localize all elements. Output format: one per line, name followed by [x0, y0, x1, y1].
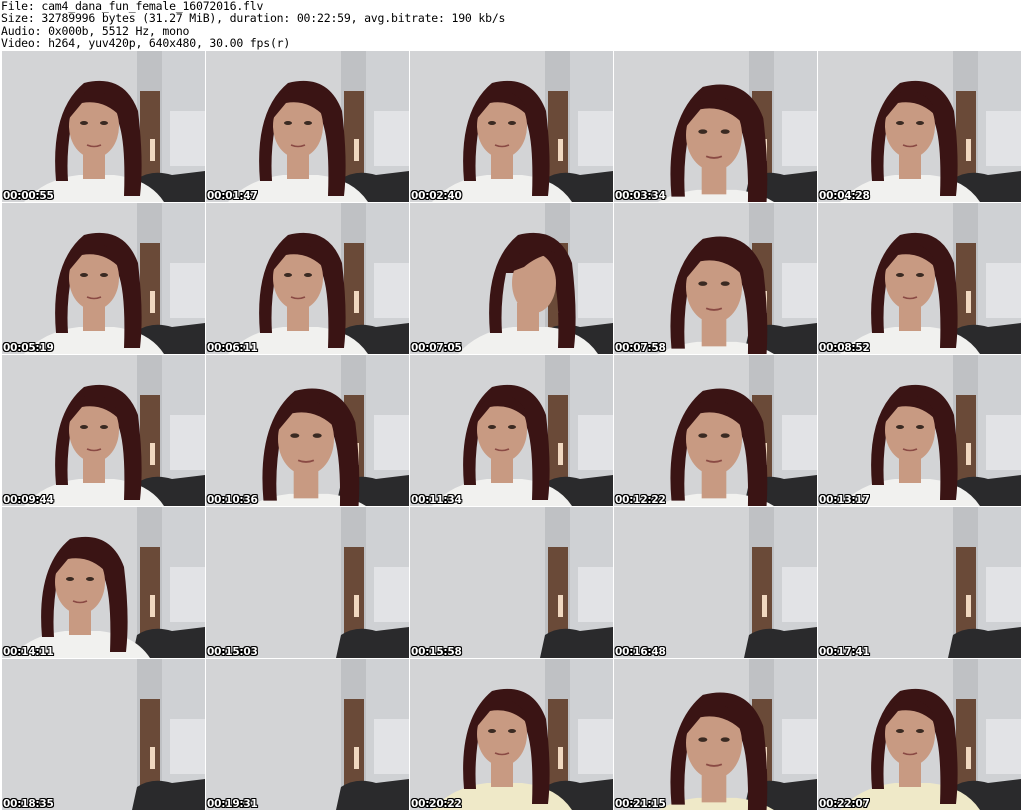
- video-thumbnail: 00:09:44: [2, 355, 205, 506]
- thumbnail-timestamp: 00:05:19: [3, 342, 54, 354]
- video-thumbnail: 00:02:40: [410, 51, 613, 202]
- video-thumbnail: 00:04:28: [818, 51, 1021, 202]
- thumbnail-frame-image: [2, 507, 205, 658]
- thumbnail-frame-image: [818, 355, 1021, 506]
- thumbnail-frame-image: [2, 203, 205, 354]
- video-thumbnail: 00:22:07: [818, 659, 1021, 810]
- thumbnail-timestamp: 00:04:28: [819, 190, 870, 202]
- thumbnail-timestamp: 00:01:47: [207, 190, 258, 202]
- thumbnail-frame-image: [206, 203, 409, 354]
- video-thumbnail: 00:11:34: [410, 355, 613, 506]
- thumbnail-timestamp: 00:17:41: [819, 646, 870, 658]
- video-thumbnail: 00:15:58: [410, 507, 613, 658]
- thumbnail-frame-image: [410, 507, 613, 658]
- thumbnail-timestamp: 00:20:22: [411, 798, 462, 810]
- video-thumbnail: 00:07:58: [614, 203, 817, 354]
- thumbnail-frame-image: [206, 355, 409, 506]
- video-thumbnail: 00:15:03: [206, 507, 409, 658]
- video-thumbnail: 00:12:22: [614, 355, 817, 506]
- video-thumbnail: 00:00:55: [2, 51, 205, 202]
- thumbnail-frame-image: [818, 51, 1021, 202]
- thumbnail-timestamp: 00:11:34: [411, 494, 462, 506]
- thumbnail-timestamp: 00:13:17: [819, 494, 870, 506]
- video-thumbnail: 00:07:05: [410, 203, 613, 354]
- thumbnail-timestamp: 00:10:36: [207, 494, 258, 506]
- thumbnail-frame-image: [614, 203, 817, 354]
- video-thumbnail: 00:10:36: [206, 355, 409, 506]
- thumbnail-frame-image: [2, 659, 205, 810]
- thumbnail-timestamp: 00:03:34: [615, 190, 666, 202]
- thumbnail-frame-image: [410, 203, 613, 354]
- thumbnail-grid: 00:00:55 00:01:47 00:02:40 00:03:34 00:04:28…: [0, 51, 1024, 811]
- thumbnail-timestamp: 00:15:03: [207, 646, 258, 658]
- thumbnail-frame-image: [614, 507, 817, 658]
- video-info-line: Video: h264, yuv420p, 640x480, 30.00 fps…: [1, 35, 291, 50]
- video-thumbnail: 00:17:41: [818, 507, 1021, 658]
- thumbnail-frame-image: [614, 355, 817, 506]
- thumbnail-frame-image: [2, 355, 205, 506]
- thumbnail-timestamp: 00:14:11: [3, 646, 54, 658]
- video-thumbnail: 00:01:47: [206, 51, 409, 202]
- thumbnail-frame-image: [410, 659, 613, 810]
- thumbnail-timestamp: 00:16:48: [615, 646, 666, 658]
- thumbnail-frame-image: [614, 659, 817, 810]
- thumbnail-frame-image: [818, 507, 1021, 658]
- file-info-header: File: cam4_dana_fun_female_16072016.flv …: [1, 0, 1021, 50]
- video-thumbnail: 00:08:52: [818, 203, 1021, 354]
- video-thumbnail: 00:21:15: [614, 659, 817, 810]
- thumbnail-timestamp: 00:08:52: [819, 342, 870, 354]
- video-thumbnail: 00:19:31: [206, 659, 409, 810]
- thumbnail-timestamp: 00:02:40: [411, 190, 462, 202]
- video-thumbnail: 00:18:35: [2, 659, 205, 810]
- video-thumbnail: 00:13:17: [818, 355, 1021, 506]
- thumbnail-timestamp: 00:06:11: [207, 342, 258, 354]
- thumbnail-timestamp: 00:07:05: [411, 342, 462, 354]
- thumbnail-timestamp: 00:12:22: [615, 494, 666, 506]
- video-thumbnail: 00:03:34: [614, 51, 817, 202]
- thumbnail-timestamp: 00:15:58: [411, 646, 462, 658]
- thumbnail-frame-image: [206, 507, 409, 658]
- thumbnail-frame-image: [818, 203, 1021, 354]
- thumbnail-frame-image: [410, 355, 613, 506]
- thumbnail-frame-image: [206, 51, 409, 202]
- video-thumbnail: 00:20:22: [410, 659, 613, 810]
- thumbnail-timestamp: 00:07:58: [615, 342, 666, 354]
- video-thumbnail: 00:05:19: [2, 203, 205, 354]
- thumbnail-frame-image: [410, 51, 613, 202]
- thumbnail-timestamp: 00:00:55: [3, 190, 54, 202]
- thumbnail-timestamp: 00:09:44: [3, 494, 54, 506]
- video-thumbnail: 00:16:48: [614, 507, 817, 658]
- thumbnail-timestamp: 00:19:31: [207, 798, 258, 810]
- video-thumbnail: 00:06:11: [206, 203, 409, 354]
- thumbnail-timestamp: 00:18:35: [3, 798, 54, 810]
- thumbnail-timestamp: 00:21:15: [615, 798, 666, 810]
- file-size-line: Size: 32789996 bytes (31.27 MiB), durati…: [1, 11, 506, 26]
- video-thumbnail: 00:14:11: [2, 507, 205, 658]
- thumbnail-frame-image: [2, 51, 205, 202]
- thumbnail-frame-image: [206, 659, 409, 810]
- thumbnail-timestamp: 00:22:07: [819, 798, 870, 810]
- thumbnail-frame-image: [818, 659, 1021, 810]
- thumbnail-frame-image: [614, 51, 817, 202]
